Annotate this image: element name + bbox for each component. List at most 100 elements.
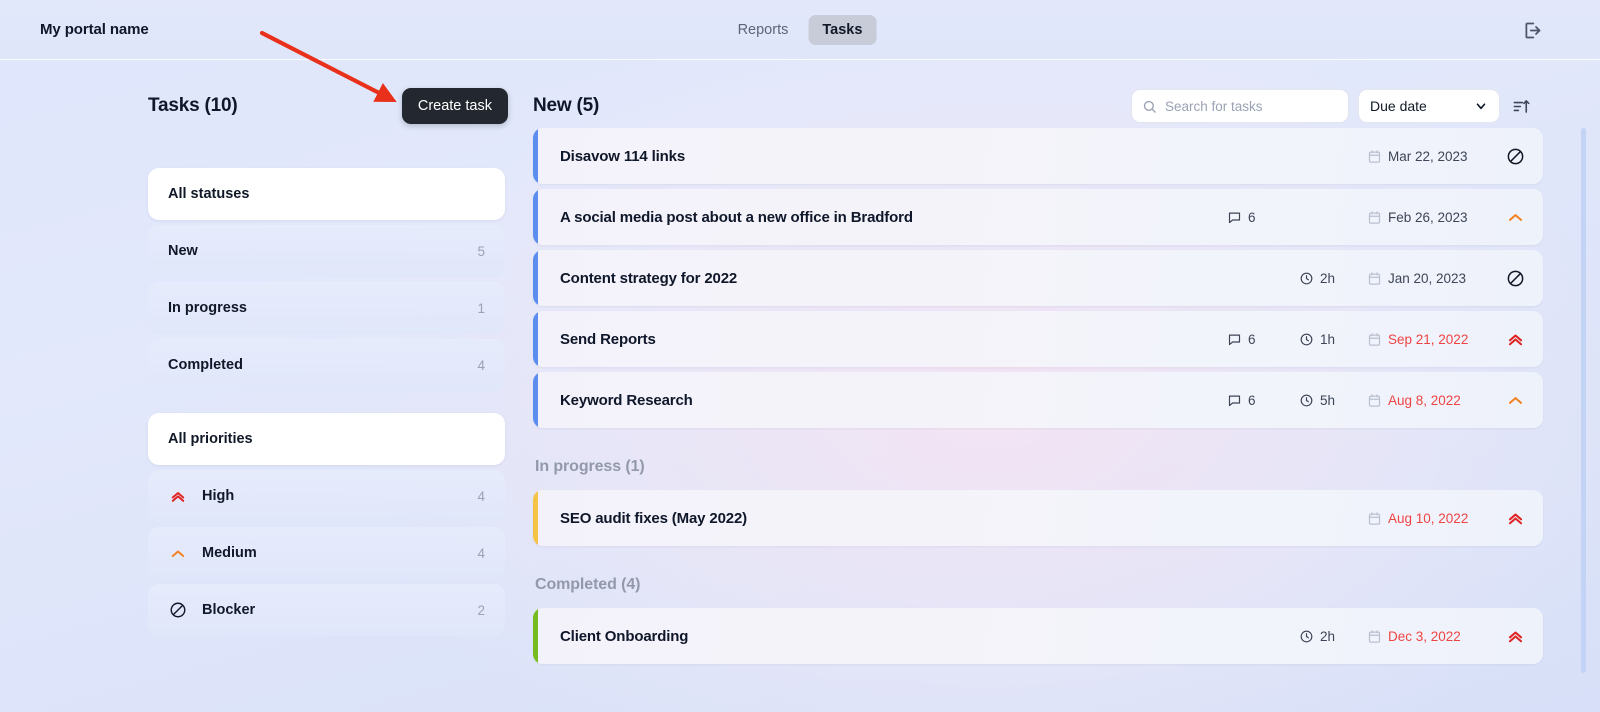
comment-icon <box>1227 332 1242 347</box>
status-accent-bar <box>533 490 538 546</box>
task-title: A social media post about a new office i… <box>560 208 913 226</box>
group-heading-completed: Completed (4) <box>535 576 641 593</box>
filter-count: 2 <box>477 602 485 618</box>
status-accent-bar <box>533 372 538 428</box>
logout-button[interactable] <box>1520 18 1544 42</box>
vertical-scrollbar[interactable] <box>1581 128 1586 673</box>
status-accent-bar <box>533 608 538 664</box>
due-date-text: Sep 21, 2022 <box>1388 331 1469 347</box>
search-box[interactable] <box>1131 89 1349 123</box>
priority-medium-icon <box>1506 391 1525 410</box>
task-row[interactable]: SEO audit fixes (May 2022) Aug 10, 2022 <box>533 490 1543 546</box>
task-title: Client Onboarding <box>560 627 689 645</box>
calendar-icon <box>1367 210 1382 225</box>
time-estimate: 2h <box>1320 628 1336 644</box>
filter-label: In progress <box>168 300 247 316</box>
sort-field-select[interactable]: Due date <box>1358 89 1500 123</box>
priority-high-icon <box>1506 509 1525 528</box>
due-date-text: Dec 3, 2022 <box>1388 628 1461 644</box>
top-navigation: Reports Tasks <box>724 14 877 45</box>
filter-priority-medium[interactable]: Medium 4 <box>148 527 505 579</box>
status-accent-bar <box>533 250 538 306</box>
task-meta: 6 1h Sep 21, 2022 <box>1227 330 1525 349</box>
priority-high-icon <box>168 486 188 506</box>
task-meta: Mar 22, 2023 <box>1227 147 1525 166</box>
task-row[interactable]: Client Onboarding 2h Dec 3, 2022 <box>533 608 1543 664</box>
filter-label: Blocker <box>202 602 256 618</box>
task-row[interactable]: Send Reports 6 1h Sep 21, 2022 <box>533 311 1543 367</box>
filter-count: 4 <box>477 488 485 504</box>
create-task-button[interactable]: Create task <box>401 88 508 124</box>
page-title: Tasks (10) <box>148 95 238 116</box>
filter-priority-high[interactable]: High 4 <box>148 470 505 522</box>
clock-icon <box>1299 629 1314 644</box>
time-estimate: 2h <box>1320 270 1336 286</box>
task-meta: Aug 10, 2022 <box>1227 509 1525 528</box>
calendar-icon <box>1367 629 1382 644</box>
task-time: 2h <box>1299 271 1367 286</box>
task-title: SEO audit fixes (May 2022) <box>560 509 748 527</box>
task-time: 5h <box>1299 393 1367 408</box>
priority-high-icon <box>1506 627 1525 646</box>
comment-icon <box>1227 393 1242 408</box>
task-priority <box>1491 509 1525 528</box>
filter-all-priorities[interactable]: All priorities <box>148 413 505 465</box>
task-priority <box>1491 627 1525 646</box>
search-input[interactable] <box>1165 98 1338 114</box>
task-time: 1h <box>1299 332 1367 347</box>
comment-count: 6 <box>1248 209 1256 225</box>
due-date-text: Aug 10, 2022 <box>1388 510 1469 526</box>
group-heading-in-progress: In progress (1) <box>535 458 645 475</box>
task-priority <box>1491 147 1525 166</box>
calendar-icon <box>1367 511 1382 526</box>
comment-icon <box>1227 210 1242 225</box>
chevron-down-icon <box>1474 99 1488 113</box>
task-scroll-area[interactable]: New (5) Disavow 114 links Mar <box>533 128 1543 712</box>
calendar-icon <box>1367 149 1382 164</box>
task-due-date: Sep 21, 2022 <box>1367 332 1491 347</box>
clock-icon <box>1299 332 1314 347</box>
clock-icon <box>1299 393 1314 408</box>
filter-status-new[interactable]: New 5 <box>148 225 505 277</box>
filter-status-completed[interactable]: Completed 4 <box>148 339 505 391</box>
task-due-date: Aug 8, 2022 <box>1367 393 1491 408</box>
filter-label: Completed <box>168 357 243 373</box>
filter-priority-blocker[interactable]: Blocker 2 <box>148 584 505 636</box>
tab-reports[interactable]: Reports <box>724 15 803 45</box>
task-due-date: Dec 3, 2022 <box>1367 629 1491 644</box>
task-title: Content strategy for 2022 <box>560 269 738 287</box>
comment-count: 6 <box>1248 392 1256 408</box>
current-group-heading: New (5) <box>533 95 600 116</box>
task-row[interactable]: Keyword Research 6 5h Aug 8, 2022 <box>533 372 1543 428</box>
task-time: 2h <box>1299 629 1367 644</box>
filter-label: Medium <box>202 545 257 561</box>
priority-medium-icon <box>168 543 188 563</box>
task-priority <box>1491 208 1525 227</box>
time-estimate: 1h <box>1320 331 1336 347</box>
task-row[interactable]: Disavow 114 links Mar 22, 2023 <box>533 128 1543 184</box>
filter-status-in-progress[interactable]: In progress 1 <box>148 282 505 334</box>
filter-all-statuses[interactable]: All statuses <box>148 168 505 220</box>
task-row[interactable]: Content strategy for 2022 2h Jan 20, 202… <box>533 250 1543 306</box>
filter-label: All priorities <box>168 431 253 447</box>
task-priority <box>1491 269 1525 288</box>
sort-direction-button[interactable] <box>1509 94 1533 118</box>
sort-descending-icon <box>1512 97 1531 116</box>
tab-tasks[interactable]: Tasks <box>808 14 877 45</box>
toolbar-controls: Due date <box>1131 89 1533 123</box>
task-meta: 6 5h Aug 8, 2022 <box>1227 391 1525 410</box>
priority-blocker-icon <box>1506 269 1525 288</box>
search-icon <box>1142 99 1157 114</box>
left-panel-header: Tasks (10) Create task <box>148 88 508 124</box>
task-list-panel: New (5) Due date <box>525 60 1600 712</box>
task-comments: 6 <box>1227 210 1299 225</box>
portal-name: My portal name <box>40 21 149 38</box>
sort-field-value: Due date <box>1370 98 1427 114</box>
comment-count: 6 <box>1248 331 1256 347</box>
calendar-icon <box>1367 271 1382 286</box>
time-estimate: 5h <box>1320 392 1336 408</box>
task-row[interactable]: A social media post about a new office i… <box>533 189 1543 245</box>
priority-blocker-icon <box>1506 147 1525 166</box>
task-meta: 2h Jan 20, 2023 <box>1227 269 1525 288</box>
task-title: Keyword Research <box>560 391 693 409</box>
